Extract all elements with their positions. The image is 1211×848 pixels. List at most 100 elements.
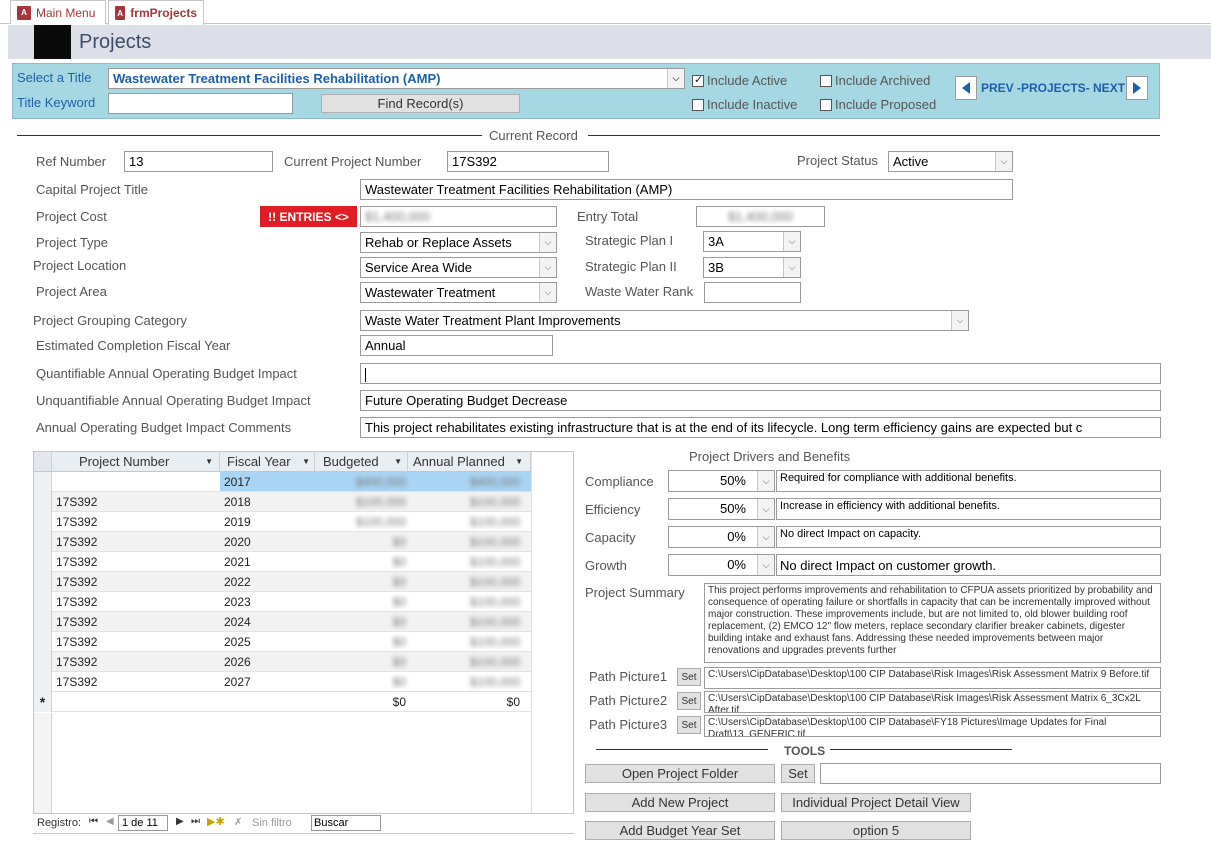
chevron-down-icon[interactable]: ⌵ xyxy=(539,258,556,277)
set-picture-button[interactable]: Set xyxy=(677,668,701,686)
table-row[interactable]: 17S392 2019 $100,000 $100,000 xyxy=(34,512,531,532)
chevron-down-icon[interactable]: ⌵ xyxy=(757,555,774,575)
cell-annual-planned[interactable]: $100,000 xyxy=(410,675,520,689)
chevron-down-icon[interactable]: ⌵ xyxy=(783,258,800,277)
cell-fiscal-year[interactable]: 2025 xyxy=(224,635,251,649)
new-record-icon[interactable]: ▶✱ xyxy=(207,815,225,828)
cell-budgeted[interactable]: $0 xyxy=(318,615,406,629)
record-selector[interactable] xyxy=(34,612,52,632)
sort-filter-icon[interactable]: ▼ xyxy=(302,457,310,466)
entry-total-field[interactable]: $1,400,000 xyxy=(696,206,825,227)
new-record-row[interactable]: * $0 $0 xyxy=(34,692,531,712)
cell-annual-planned[interactable]: $100,000 xyxy=(410,535,520,549)
previous-record-icon[interactable]: ◀ xyxy=(106,816,114,827)
table-row[interactable]: 17S392 2027 $0 $100,000 xyxy=(34,672,531,692)
select-all-corner[interactable] xyxy=(34,452,52,472)
project-type-combo[interactable]: Rehab or Replace Assets ⌵ xyxy=(360,232,557,253)
project-status-combo[interactable]: Active ⌵ xyxy=(888,151,1013,172)
cell-project-number[interactable]: 17S392 xyxy=(56,655,97,669)
select-title-combo[interactable]: Wastewater Treatment Facilities Rehabili… xyxy=(108,68,685,89)
chevron-down-icon[interactable]: ⌵ xyxy=(757,499,774,519)
table-row[interactable]: 17S392 2026 $0 $100,000 xyxy=(34,652,531,672)
driver-description[interactable]: Increase in efficiency with additional b… xyxy=(776,498,1161,520)
cell-budgeted[interactable]: $0 xyxy=(318,635,406,649)
cell-fiscal-year[interactable]: 2018 xyxy=(224,495,251,509)
no-filter-label[interactable]: Sin filtro xyxy=(252,817,292,829)
cell-annual-planned[interactable]: $100,000 xyxy=(410,515,520,529)
table-row[interactable]: 2017 $400,000 $400,000 xyxy=(34,472,531,492)
cell-annual-planned[interactable]: $100,000 xyxy=(410,615,520,629)
project-summary-field[interactable]: This project performs improvements and r… xyxy=(704,583,1161,663)
quantifiable-impact-field[interactable] xyxy=(360,363,1161,384)
next-record-icon[interactable]: ▶ xyxy=(176,816,184,827)
grouping-category-combo[interactable]: Waste Water Treatment Plant Improvements… xyxy=(360,310,969,331)
cell-budgeted[interactable]: $0 xyxy=(318,575,406,589)
search-box[interactable]: Buscar xyxy=(311,815,381,831)
cell-annual-planned[interactable]: $100,000 xyxy=(410,655,520,669)
individual-detail-view-button[interactable]: Individual Project Detail View xyxy=(781,793,971,812)
add-new-project-button[interactable]: Add New Project xyxy=(585,793,775,812)
tab-frmprojects[interactable]: A frmProjects xyxy=(108,0,204,25)
driver-description[interactable]: No direct Impact on customer growth. xyxy=(776,554,1161,576)
column-header-annual-planned[interactable]: Annual Planned ▼ xyxy=(408,452,531,472)
driver-percent-combo[interactable]: 0% ⌵ xyxy=(668,554,775,576)
current-record-field[interactable]: 1 de 11 xyxy=(118,815,168,831)
cell-budgeted[interactable]: $0 xyxy=(318,655,406,669)
driver-percent-combo[interactable]: 50% ⌵ xyxy=(668,498,775,520)
cell-fiscal-year[interactable]: 2027 xyxy=(224,675,251,689)
last-record-icon[interactable]: ⏭ xyxy=(191,816,200,827)
project-area-combo[interactable]: Wastewater Treatment ⌵ xyxy=(360,282,557,303)
column-header-budgeted[interactable]: Budgeted ▼ xyxy=(315,452,408,472)
option-5-button[interactable]: option 5 xyxy=(781,821,971,840)
record-selector[interactable] xyxy=(34,512,52,532)
add-budget-year-set-button[interactable]: Add Budget Year Set xyxy=(585,821,775,840)
cell-annual-planned[interactable]: $100,000 xyxy=(410,595,520,609)
include-active-checkbox[interactable]: ✓ Include Active xyxy=(692,73,787,88)
cell-fiscal-year[interactable]: 2020 xyxy=(224,535,251,549)
chevron-down-icon[interactable]: ⌵ xyxy=(539,233,556,252)
column-header-project-number[interactable]: Project Number ▼ xyxy=(52,452,220,472)
record-selector[interactable] xyxy=(34,672,52,692)
record-selector[interactable] xyxy=(34,532,52,552)
picture-path-field[interactable]: C:\Users\CipDatabase\Desktop\100 CIP Dat… xyxy=(704,691,1161,713)
cell-fiscal-year[interactable]: 2026 xyxy=(224,655,251,669)
cell-fiscal-year[interactable]: 2019 xyxy=(224,515,251,529)
cell-annual-planned[interactable]: $400,000 xyxy=(410,475,520,489)
tab-main-menu[interactable]: A Main Menu xyxy=(10,0,106,24)
chevron-down-icon[interactable]: ⌵ xyxy=(539,283,556,302)
cell-budgeted[interactable]: $0 xyxy=(318,555,406,569)
driver-percent-combo[interactable]: 50% ⌵ xyxy=(668,470,775,492)
completion-year-field[interactable]: Annual xyxy=(360,335,553,356)
cell-project-number[interactable]: 17S392 xyxy=(56,595,97,609)
chevron-down-icon[interactable]: ⌵ xyxy=(757,471,774,491)
table-row[interactable]: 17S392 2024 $0 $100,000 xyxy=(34,612,531,632)
cell-annual-planned[interactable]: $100,000 xyxy=(410,555,520,569)
cell-fiscal-year[interactable]: 2021 xyxy=(224,555,251,569)
cell-annual-planned[interactable]: $100,000 xyxy=(410,575,520,589)
impact-comments-field[interactable]: This project rehabilitates existing infr… xyxy=(360,417,1161,438)
table-row[interactable]: 17S392 2025 $0 $100,000 xyxy=(34,632,531,652)
table-row[interactable]: 17S392 2018 $100,000 $100,000 xyxy=(34,492,531,512)
set-folder-button[interactable]: Set xyxy=(781,764,815,783)
cell-budgeted[interactable]: $400,000 xyxy=(318,475,406,489)
driver-percent-combo[interactable]: 0% ⌵ xyxy=(668,526,775,548)
record-selector[interactable] xyxy=(34,472,52,492)
cell-project-number[interactable]: 17S392 xyxy=(56,575,97,589)
cell-project-number[interactable]: 17S392 xyxy=(56,535,97,549)
cell-project-number[interactable]: 17S392 xyxy=(56,515,97,529)
record-selector[interactable] xyxy=(34,492,52,512)
cell-project-number[interactable]: 17S392 xyxy=(56,675,97,689)
cell-project-number[interactable]: 17S392 xyxy=(56,635,97,649)
set-picture-button[interactable]: Set xyxy=(677,692,701,710)
include-proposed-checkbox[interactable]: Include Proposed xyxy=(820,97,936,112)
project-location-combo[interactable]: Service Area Wide ⌵ xyxy=(360,257,557,278)
project-cost-field[interactable]: $1,400,000 xyxy=(360,206,557,227)
chevron-down-icon[interactable]: ▼ xyxy=(394,457,402,466)
table-row[interactable]: 17S392 2020 $0 $100,000 xyxy=(34,532,531,552)
chevron-down-icon[interactable]: ⌵ xyxy=(667,69,684,88)
include-archived-checkbox[interactable]: Include Archived xyxy=(820,73,930,88)
cell-annual-planned[interactable]: $100,000 xyxy=(410,495,520,509)
cell-annual-planned[interactable]: $100,000 xyxy=(410,635,520,649)
cell-budgeted[interactable]: $100,000 xyxy=(318,515,406,529)
next-project-button[interactable] xyxy=(1126,76,1148,100)
